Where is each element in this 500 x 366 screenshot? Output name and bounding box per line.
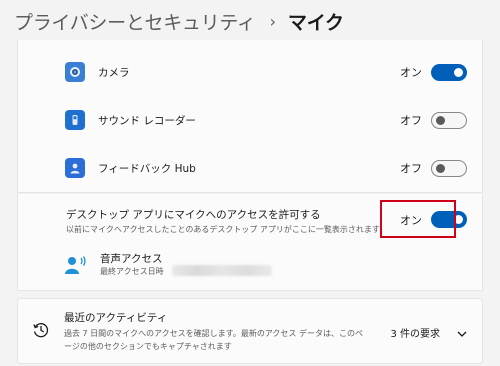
toggle-state-label: オフ xyxy=(400,162,422,175)
panel-top xyxy=(17,40,483,48)
breadcrumb-separator: › xyxy=(269,11,276,31)
toggle-state-label: オフ xyxy=(400,114,422,127)
recent-activity-title: 最近のアクティビティ xyxy=(64,312,168,324)
chevron-down-icon[interactable] xyxy=(456,325,468,337)
desktop-apps-description: 以前にマイクへアクセスしたことのあるデスクトップ アプリがここに一覧表示されます xyxy=(66,225,380,234)
breadcrumb: プライバシーとセキュリティ › マイク xyxy=(14,6,344,36)
recent-activity-description: 過去 7 日間のマイクへのアクセスを確認します。最新のアクセス データは、このペ… xyxy=(64,329,363,351)
recent-activity-section[interactable]: 最近のアクティビティ 過去 7 日間のマイクへのアクセスを確認します。最新のアク… xyxy=(17,298,483,364)
app-name: サウンド レコーダー xyxy=(98,114,196,127)
desktop-apps-title: デスクトップ アプリにマイクへのアクセスを許可する xyxy=(66,209,321,221)
feedback-hub-icon xyxy=(65,158,85,178)
toggle-knob xyxy=(436,163,445,173)
history-icon xyxy=(32,321,50,339)
app-row-sound-recorder: サウンド レコーダー オフ xyxy=(17,96,483,145)
camera-icon xyxy=(65,62,85,82)
feedback-hub-mic-toggle[interactable] xyxy=(431,159,467,177)
page-title: マイク xyxy=(288,11,344,34)
redacted-timestamp xyxy=(172,265,272,276)
app-row-camera: カメラ オン xyxy=(17,48,483,97)
toggle-state-label: オン xyxy=(400,66,422,79)
app-name: フィードバック Hub xyxy=(98,162,196,175)
app-row-feedback-hub: フィードバック Hub オフ xyxy=(17,144,483,193)
sound-recorder-mic-toggle[interactable] xyxy=(431,111,467,129)
voice-access-icon xyxy=(64,255,88,275)
voice-access-last-access-label: 最終アクセス日時 xyxy=(100,267,164,276)
voice-recorder-icon xyxy=(65,110,85,130)
request-count: 3 件の要求 xyxy=(390,329,440,340)
camera-mic-toggle[interactable] xyxy=(431,63,467,81)
app-name: カメラ xyxy=(98,66,130,79)
highlight-box xyxy=(380,200,456,238)
voice-access-name: 音声アクセス xyxy=(100,253,163,265)
toggle-knob xyxy=(436,115,445,125)
toggle-knob xyxy=(454,67,463,77)
breadcrumb-parent[interactable]: プライバシーとセキュリティ xyxy=(14,8,256,35)
